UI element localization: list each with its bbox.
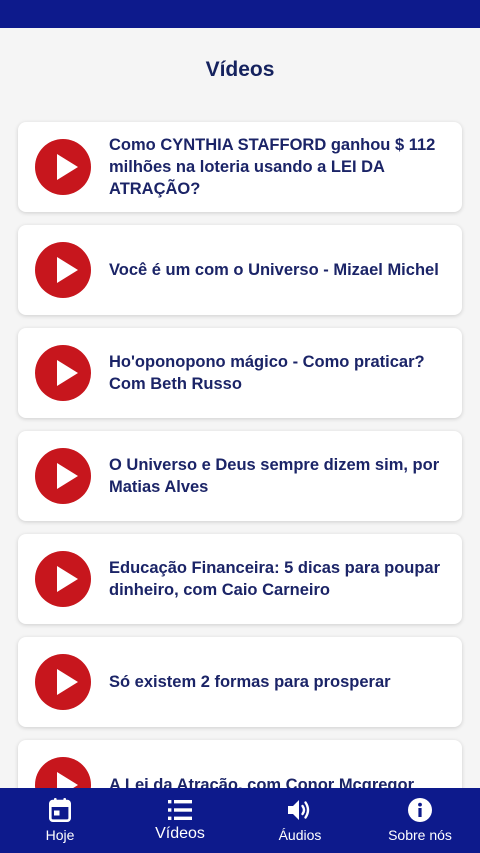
bottom-nav: Hoje Vídeos Áudios Sobre nós xyxy=(0,788,480,853)
nav-label: Sobre nós xyxy=(388,827,452,843)
video-title: Como CYNTHIA STAFFORD ganhou $ 112 milhõ… xyxy=(109,136,436,198)
video-card[interactable]: A Lei da Atração, com Conor Mcgregor xyxy=(18,740,462,788)
video-card[interactable]: Você é um com o Universo - Mizael Michel xyxy=(18,225,462,315)
nav-item-sobre-nos[interactable]: Sobre nós xyxy=(360,788,480,853)
nav-label: Áudios xyxy=(278,827,322,843)
play-icon[interactable] xyxy=(35,242,91,298)
video-title: A Lei da Atração, com Conor Mcgregor xyxy=(109,776,414,788)
play-icon[interactable] xyxy=(35,757,91,788)
video-list[interactable]: Vídeos Como CYNTHIA STAFFORD ganhou $ 11… xyxy=(0,0,480,788)
list-icon xyxy=(120,797,240,823)
video-title: Ho'oponopono mágico - Como praticar? Com… xyxy=(109,353,425,393)
play-icon[interactable] xyxy=(35,345,91,401)
nav-label: Hoje xyxy=(45,827,75,843)
page-title: Vídeos xyxy=(205,58,275,81)
video-card[interactable]: Educação Financeira: 5 dicas para poupar… xyxy=(18,534,462,624)
video-title: Só existem 2 formas para prosperar xyxy=(109,673,391,691)
nav-item-videos[interactable]: Vídeos xyxy=(120,788,240,853)
nav-label: Vídeos xyxy=(155,825,205,842)
play-icon[interactable] xyxy=(35,551,91,607)
play-icon[interactable] xyxy=(35,654,91,710)
video-title: Você é um com o Universo - Mizael Michel xyxy=(109,261,439,279)
play-icon[interactable] xyxy=(35,139,91,195)
speaker-icon xyxy=(240,797,360,823)
play-icon[interactable] xyxy=(35,448,91,504)
nav-item-hoje[interactable]: Hoje xyxy=(0,788,120,853)
calendar-icon xyxy=(0,797,120,823)
nav-item-audios[interactable]: Áudios xyxy=(240,788,360,853)
video-card[interactable]: O Universo e Deus sempre dizem sim, por … xyxy=(18,431,462,521)
video-card[interactable]: Ho'oponopono mágico - Como praticar? Com… xyxy=(18,328,462,418)
video-card[interactable]: Só existem 2 formas para prosperar xyxy=(18,637,462,727)
video-title: Educação Financeira: 5 dicas para poupar… xyxy=(109,559,441,599)
video-card[interactable]: Como CYNTHIA STAFFORD ganhou $ 112 milhõ… xyxy=(18,122,462,212)
video-title: O Universo e Deus sempre dizem sim, por … xyxy=(109,456,440,496)
info-icon xyxy=(360,797,480,823)
